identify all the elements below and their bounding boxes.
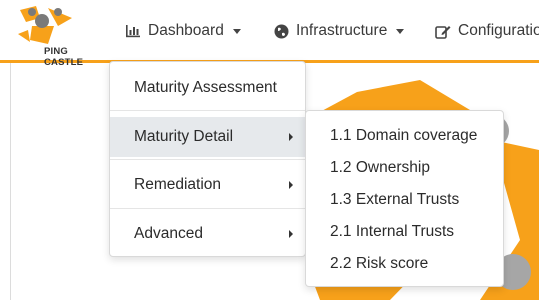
submenu-item-ownership[interactable]: 1.2 Ownership bbox=[306, 152, 503, 184]
menu-item-label: Maturity Assessment bbox=[134, 79, 277, 96]
menu-divider bbox=[110, 208, 305, 209]
castle-logo-icon bbox=[18, 6, 72, 44]
submenu-item-risk-score[interactable]: 2.2 Risk score bbox=[306, 248, 503, 280]
chevron-right-icon bbox=[289, 133, 293, 141]
logo-text: PING CASTLE bbox=[44, 46, 84, 68]
submenu-item-label: 2.2 Risk score bbox=[330, 255, 429, 272]
menu-divider bbox=[110, 159, 305, 160]
edit-icon bbox=[434, 22, 452, 40]
menu-item-remediation[interactable]: Remediation bbox=[110, 165, 305, 205]
nav-infrastructure[interactable]: Infrastructure bbox=[272, 19, 405, 43]
nav-dashboard-label: Dashboard bbox=[148, 22, 224, 39]
chevron-down-icon bbox=[232, 28, 241, 34]
submenu-item-internal-trusts[interactable]: 2.1 Internal Trusts bbox=[306, 216, 503, 248]
submenu-item-label: 1.2 Ownership bbox=[330, 159, 430, 176]
menu-item-label: Maturity Detail bbox=[134, 128, 234, 145]
chevron-right-icon bbox=[289, 230, 293, 238]
menu-item-advanced[interactable]: Advanced bbox=[110, 214, 305, 254]
submenu-item-external-trusts[interactable]: 1.3 External Trusts bbox=[306, 184, 503, 216]
menu-divider bbox=[110, 110, 305, 111]
nav-infrastructure-label: Infrastructure bbox=[296, 22, 388, 39]
bar-chart-icon bbox=[124, 22, 142, 40]
submenu-item-label: 1.3 External Trusts bbox=[330, 191, 460, 208]
content-border bbox=[10, 63, 11, 300]
menu-item-maturity-detail[interactable]: Maturity Detail bbox=[110, 117, 305, 157]
chevron-right-icon bbox=[289, 181, 293, 189]
globe-icon bbox=[272, 22, 290, 40]
nav-dashboard[interactable]: Dashboard bbox=[124, 19, 241, 43]
submenu-item-domain-coverage[interactable]: 1.1 Domain coverage bbox=[306, 120, 503, 152]
top-navbar: PING CASTLE Dashboard Infrastructure Con… bbox=[0, 0, 539, 68]
submenu-item-label: 1.1 Domain coverage bbox=[330, 127, 478, 144]
dashboard-dropdown-menu: Maturity Assessment Maturity Detail Reme… bbox=[109, 61, 306, 257]
maturity-detail-submenu: 1.1 Domain coverage 1.2 Ownership 1.3 Ex… bbox=[305, 110, 504, 287]
menu-item-label: Remediation bbox=[134, 176, 222, 193]
menu-item-label: Advanced bbox=[134, 225, 203, 242]
submenu-item-label: 2.1 Internal Trusts bbox=[330, 223, 455, 240]
menu-item-maturity-assessment[interactable]: Maturity Assessment bbox=[110, 68, 305, 108]
nav-configuration[interactable]: Configuratio bbox=[434, 19, 539, 43]
pingcastle-logo[interactable]: PING CASTLE bbox=[18, 4, 108, 68]
nav-configuration-label: Configuratio bbox=[458, 22, 539, 39]
chevron-down-icon bbox=[396, 28, 405, 34]
